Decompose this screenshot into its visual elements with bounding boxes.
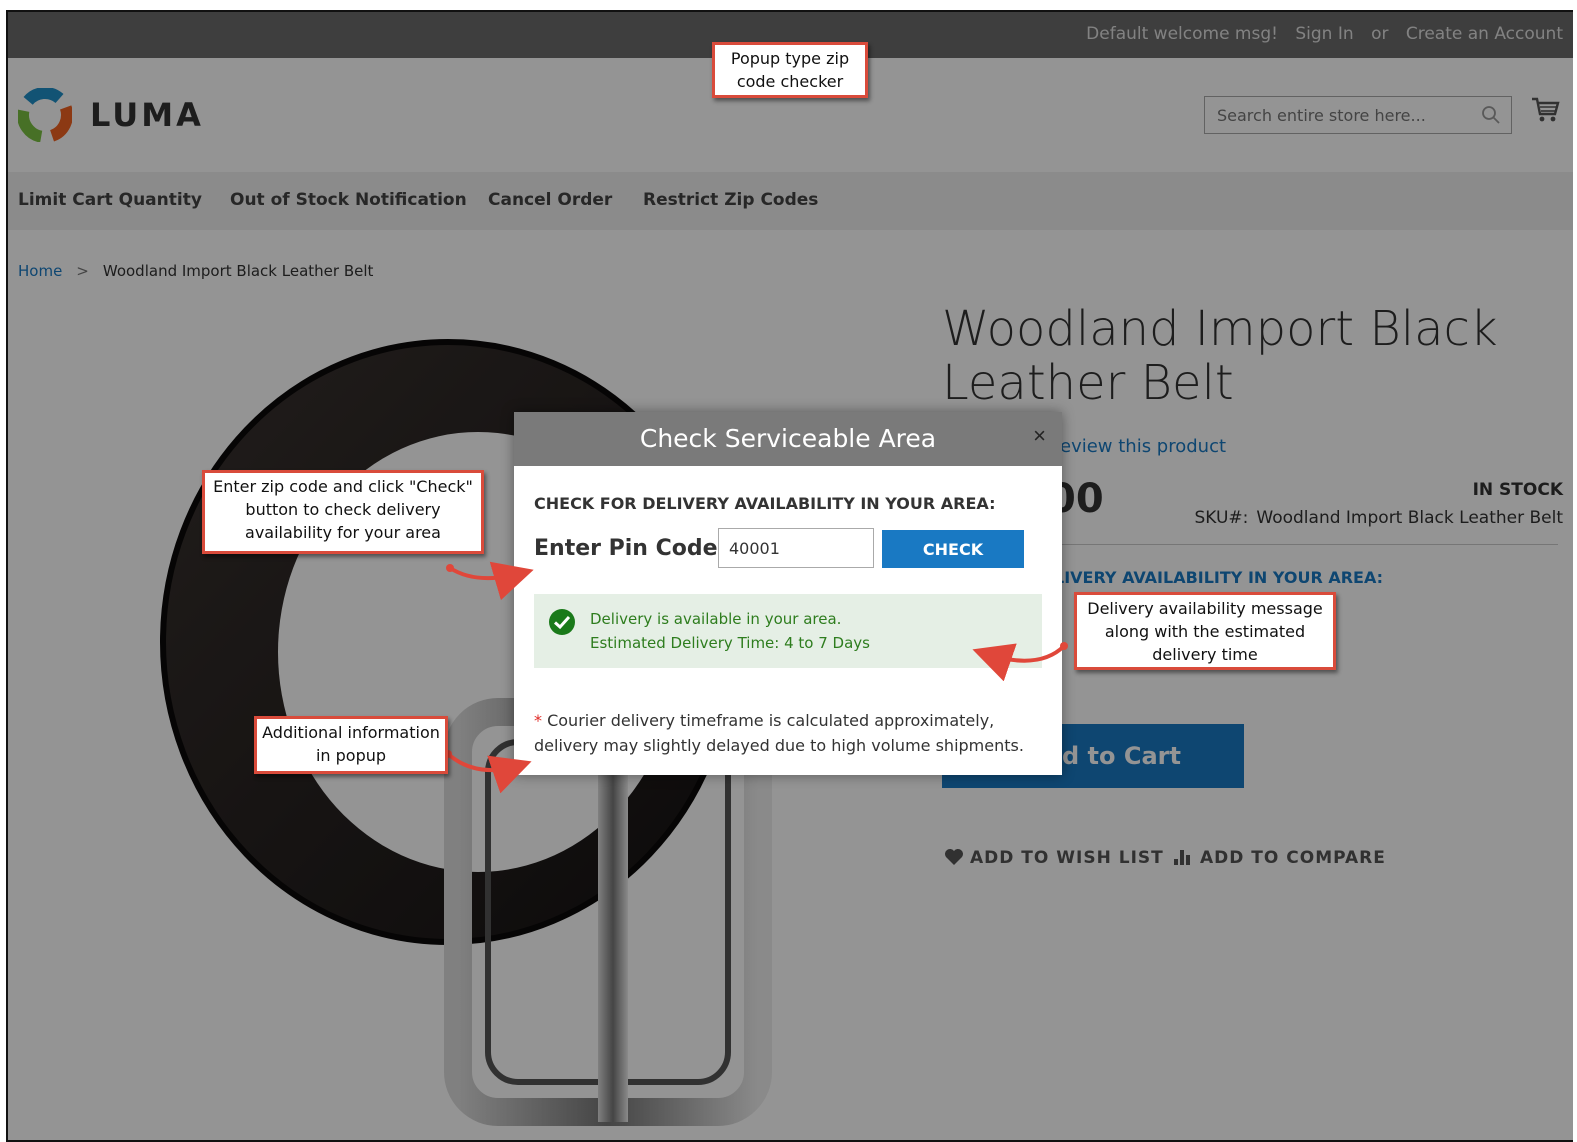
arrow-enter-zip xyxy=(448,561,534,601)
arrow-delivery-message xyxy=(972,643,1066,682)
callout-arrows xyxy=(444,561,1068,794)
callout-delivery-message: Delivery availability message along with… xyxy=(1074,592,1336,670)
callout-additional-info: Additional information in popup xyxy=(254,716,448,774)
arrow-additional-info xyxy=(446,752,532,794)
callout-popup-type: Popup type zip code checker xyxy=(712,42,868,98)
callout-enter-zip: Enter zip code and click "Check" button … xyxy=(202,470,484,554)
browser-frame: Default welcome msg! Sign In or Create a… xyxy=(6,10,1573,1142)
